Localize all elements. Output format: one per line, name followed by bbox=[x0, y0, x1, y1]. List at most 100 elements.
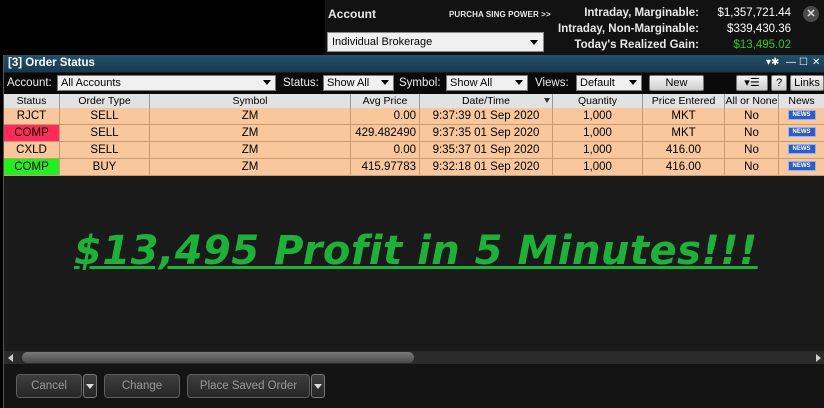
cell-symbol: ZM bbox=[150, 159, 351, 176]
news-icon[interactable]: NEWS bbox=[787, 126, 816, 137]
scroll-left-icon[interactable] bbox=[8, 354, 13, 362]
table-row[interactable]: RJCT SELL ZM 0.00 9:37:39 01 Sep 2020 1,000 MK… bbox=[4, 108, 824, 125]
cell-datetime: 9:35:37 01 Sep 2020 bbox=[420, 142, 553, 159]
cell-news[interactable]: NEWS bbox=[779, 108, 824, 125]
menu-icon[interactable]: ▾☰ bbox=[736, 75, 768, 91]
links-button[interactable]: Links bbox=[790, 75, 824, 91]
symbol-filter-label: Symbol: bbox=[399, 77, 441, 89]
settings-icon[interactable]: ▾✱ bbox=[766, 57, 779, 68]
status-filter-select[interactable]: Show All bbox=[323, 75, 394, 91]
col-avg-price[interactable]: Avg Price bbox=[351, 94, 420, 108]
cell-quantity: 1,000 bbox=[553, 125, 643, 142]
views-filter-label: Views: bbox=[535, 77, 569, 89]
cell-all-or-none: No bbox=[725, 142, 779, 159]
account-filter-select[interactable]: All Accounts bbox=[57, 75, 276, 91]
close-icon[interactable]: ✕ bbox=[803, 6, 819, 22]
close-window-icon[interactable]: ✕ bbox=[812, 57, 820, 68]
col-news[interactable]: News bbox=[779, 94, 824, 108]
chevron-down-icon bbox=[314, 384, 322, 389]
table-row[interactable]: COMP BUY ZM 415.97783 9:32:18 01 Sep 2020 1,0… bbox=[4, 159, 824, 176]
cancel-dropdown[interactable] bbox=[83, 374, 97, 398]
news-icon[interactable]: NEWS bbox=[787, 143, 816, 154]
col-order-type[interactable]: Order Type bbox=[60, 94, 150, 108]
cell-avg-price: 0.00 bbox=[351, 108, 420, 125]
cell-order-type: SELL bbox=[60, 142, 150, 159]
new-button[interactable]: New bbox=[649, 75, 704, 91]
status-filter-label: Status: bbox=[283, 77, 319, 89]
col-symbol[interactable]: Symbol bbox=[150, 94, 351, 108]
metric-label: Intraday, Marginable: bbox=[584, 7, 699, 19]
account-panel: Account PURCHA SING POWER >> Individual … bbox=[325, 0, 824, 55]
scroll-right-icon[interactable] bbox=[816, 354, 821, 362]
window-titlebar: [3] Order Status ▾✱ — ☐ ✕ bbox=[4, 55, 824, 72]
col-price-entered[interactable]: Price Entered bbox=[643, 94, 725, 108]
cell-news[interactable]: NEWS bbox=[779, 142, 824, 159]
cell-price-entered: 416.00 bbox=[643, 159, 725, 176]
account-filter-value: All Accounts bbox=[61, 77, 121, 89]
chevron-down-icon bbox=[515, 80, 523, 85]
cell-price-entered: MKT bbox=[643, 108, 725, 125]
horizontal-scrollbar[interactable] bbox=[4, 351, 824, 364]
col-datetime[interactable]: Date/Time bbox=[420, 94, 553, 108]
metric-value: $13,495.02 bbox=[733, 39, 791, 51]
cell-news[interactable]: NEWS bbox=[779, 159, 824, 176]
cell-status: COMP bbox=[4, 125, 60, 142]
scrollbar-thumb[interactable] bbox=[22, 352, 414, 363]
account-filter-label: Account: bbox=[7, 77, 52, 89]
cell-symbol: ZM bbox=[150, 142, 351, 159]
col-quantity[interactable]: Quantity bbox=[553, 94, 643, 108]
cell-symbol: ZM bbox=[150, 125, 351, 142]
table-header: Status Order Type Symbol Avg Price Date/… bbox=[4, 94, 824, 108]
help-button[interactable]: ? bbox=[771, 75, 787, 91]
views-filter-value: Default bbox=[580, 77, 615, 89]
sort-desc-icon bbox=[544, 98, 550, 103]
cell-all-or-none: No bbox=[725, 159, 779, 176]
cell-datetime: 9:32:18 01 Sep 2020 bbox=[420, 159, 553, 176]
chevron-down-icon bbox=[381, 80, 389, 85]
cell-order-type: BUY bbox=[60, 159, 150, 176]
account-select-value: Individual Brokerage bbox=[332, 36, 433, 48]
table-row[interactable]: COMP SELL ZM 429.482490 9:37:35 01 Sep 2020 1… bbox=[4, 125, 824, 142]
cell-all-or-none: No bbox=[725, 108, 779, 125]
change-button[interactable]: Change bbox=[104, 374, 180, 398]
metric-intraday-marginable: Intraday, Marginable: $1,357,721.44 bbox=[535, 7, 791, 23]
place-saved-order-button[interactable]: Place Saved Order bbox=[187, 374, 310, 398]
news-icon[interactable]: NEWS bbox=[787, 160, 816, 171]
cell-avg-price: 429.482490 bbox=[351, 125, 420, 142]
cell-quantity: 1,000 bbox=[553, 142, 643, 159]
chevron-down-icon bbox=[629, 80, 637, 85]
views-filter-select[interactable]: Default bbox=[576, 75, 642, 91]
metric-label: Today's Realized Gain: bbox=[574, 39, 699, 51]
symbol-filter-select[interactable]: Show All bbox=[446, 75, 528, 91]
chevron-down-icon bbox=[86, 384, 94, 389]
table-row[interactable]: CXLD SELL ZM 0.00 9:35:37 01 Sep 2020 1,000 41… bbox=[4, 142, 824, 159]
cell-avg-price: 415.97783 bbox=[351, 159, 420, 176]
metric-realized-gain: Today's Realized Gain: $13,495.02 bbox=[535, 39, 791, 55]
action-bar: Cancel Change Place Saved Order bbox=[4, 364, 824, 408]
cell-datetime: 9:37:39 01 Sep 2020 bbox=[420, 108, 553, 125]
minimize-icon[interactable]: — bbox=[786, 57, 796, 68]
metric-intraday-non-marginable: Intraday, Non-Marginable: $339,430.36 bbox=[535, 23, 791, 39]
col-status[interactable]: Status bbox=[4, 94, 60, 108]
cell-news[interactable]: NEWS bbox=[779, 125, 824, 142]
cell-status: COMP bbox=[4, 159, 60, 176]
cell-price-entered: MKT bbox=[643, 125, 725, 142]
cell-order-type: SELL bbox=[60, 125, 150, 142]
metric-value: $339,430.36 bbox=[727, 23, 791, 35]
status-filter-value: Show All bbox=[327, 77, 370, 89]
order-status-window: [3] Order Status ▾✱ — ☐ ✕ Account: All A… bbox=[3, 55, 824, 408]
cell-quantity: 1,000 bbox=[553, 108, 643, 125]
window-title: [3] Order Status bbox=[8, 57, 95, 69]
col-all-or-none[interactable]: All or None bbox=[725, 94, 779, 108]
news-icon[interactable]: NEWS bbox=[787, 109, 816, 120]
cell-price-entered: 416.00 bbox=[643, 142, 725, 159]
profit-headline: $13,495 Profit in 5 Minutes!!! bbox=[74, 228, 758, 274]
metric-value: $1,357,721.44 bbox=[717, 7, 791, 19]
cell-quantity: 1,000 bbox=[553, 159, 643, 176]
account-select[interactable]: Individual Brokerage bbox=[327, 32, 544, 52]
maximize-icon[interactable]: ☐ bbox=[799, 57, 808, 68]
place-saved-order-dropdown[interactable] bbox=[311, 374, 325, 398]
cancel-button[interactable]: Cancel bbox=[16, 374, 82, 398]
cell-symbol: ZM bbox=[150, 108, 351, 125]
cell-avg-price: 0.00 bbox=[351, 142, 420, 159]
